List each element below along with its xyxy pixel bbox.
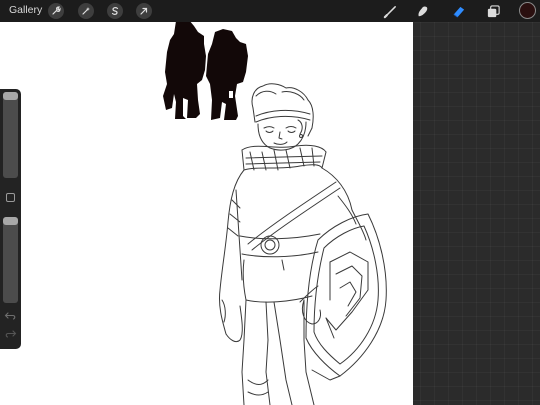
silhouette-sketch (163, 22, 248, 120)
eraser-tool-button[interactable] (450, 3, 466, 19)
selection-s-icon (111, 7, 119, 15)
top-toolbar: Gallery (0, 0, 540, 22)
opacity-slider[interactable] (3, 217, 18, 303)
layers-button[interactable] (485, 3, 501, 19)
arrow-cursor-icon (140, 7, 148, 15)
smudge-tool-button[interactable] (414, 3, 430, 19)
transform-button[interactable] (136, 3, 152, 19)
redo-arrow-icon[interactable] (4, 329, 17, 340)
eraser-icon (453, 6, 464, 17)
artwork (163, 22, 387, 405)
magic-wand-icon (82, 7, 90, 15)
left-sidebar (0, 89, 21, 349)
brush-tool-button[interactable] (382, 3, 398, 19)
character-line-sketch (219, 83, 387, 405)
color-picker-button[interactable] (519, 2, 536, 19)
wrench-icon (52, 6, 61, 15)
selection-button[interactable] (107, 3, 123, 19)
opacity-thumb[interactable] (3, 217, 18, 225)
undo-arrow-icon[interactable] (4, 311, 17, 322)
brush-size-slider[interactable] (3, 92, 18, 178)
adjustments-button[interactable] (78, 3, 94, 19)
modify-button[interactable] (6, 193, 15, 202)
layers-icon (487, 4, 500, 17)
brush-size-thumb[interactable] (3, 92, 18, 100)
actions-button[interactable] (48, 3, 64, 19)
brush-icon (383, 5, 396, 18)
smudge-finger-icon (418, 5, 427, 16)
drawing-canvas[interactable] (0, 22, 413, 405)
gallery-button[interactable]: Gallery (9, 4, 42, 16)
